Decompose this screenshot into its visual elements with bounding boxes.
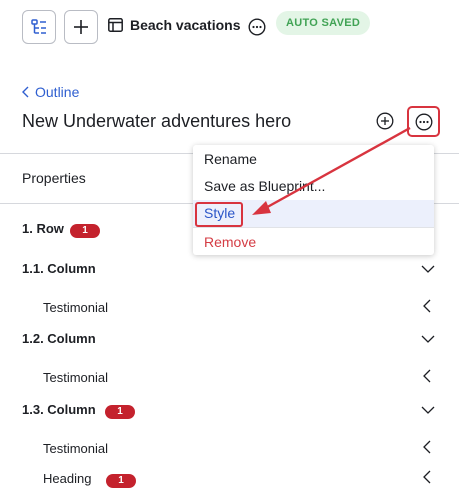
error-count-badge: 1	[105, 405, 135, 419]
tree-row-testimonial[interactable]: Testimonial	[0, 366, 459, 392]
chevron-down-icon[interactable]	[421, 265, 435, 273]
tree-row-label: Testimonial	[43, 441, 109, 456]
chevron-left-icon[interactable]	[423, 470, 431, 484]
chevron-left-icon[interactable]	[423, 369, 431, 383]
tree-row-column-1-3[interactable]: 1.3. Column 1	[0, 398, 459, 424]
item-more-button[interactable]	[407, 106, 440, 137]
menu-separator	[193, 227, 434, 228]
auto-saved-badge: AUTO SAVED	[276, 11, 371, 35]
chevron-down-icon[interactable]	[421, 335, 435, 343]
top-bar: Beach vacations AUTO SAVED	[0, 0, 459, 54]
tree-row-testimonial[interactable]: Testimonial	[0, 296, 459, 322]
menu-item-style[interactable]: Style	[193, 200, 434, 227]
tree-row-label: 1.2. Column	[22, 331, 96, 346]
plus-icon	[74, 20, 88, 34]
annotation-highlight-box	[195, 202, 243, 227]
menu-item-save-as-blueprint[interactable]: Save as Blueprint...	[193, 173, 434, 200]
tree-row-label: Heading	[43, 471, 92, 486]
page-layout-icon	[108, 18, 123, 32]
breadcrumb-label: Outline	[35, 84, 80, 100]
more-horizontal-icon[interactable]	[248, 18, 266, 36]
tree-row-column-1-2[interactable]: 1.2. Column	[0, 327, 459, 353]
tree-row-column-1-1[interactable]: 1.1. Column	[0, 257, 459, 283]
page-title: Beach vacations	[130, 17, 241, 33]
chevron-down-icon[interactable]	[421, 406, 435, 414]
menu-item-remove[interactable]: Remove	[193, 229, 434, 256]
outline-toggle-button[interactable]	[22, 10, 56, 44]
tree-row-label: Testimonial	[43, 300, 109, 315]
tree-row-label: 1.1. Column	[22, 261, 96, 276]
chevron-left-icon	[22, 86, 29, 98]
chevron-left-icon[interactable]	[423, 299, 431, 313]
menu-item-rename[interactable]: Rename	[193, 146, 434, 173]
outline-tree-icon	[31, 19, 46, 34]
context-menu: Rename Save as Blueprint... Style Remove	[193, 145, 434, 255]
more-horizontal-icon	[415, 113, 432, 130]
add-circle-icon[interactable]	[376, 112, 394, 130]
chevron-left-icon[interactable]	[423, 440, 431, 454]
item-title: New Underwater adventures hero	[22, 111, 292, 131]
tree-row-label: 1.3. Column	[22, 402, 96, 417]
breadcrumb-outline-link[interactable]: Outline	[22, 84, 79, 100]
tree-row-label: 1. Row	[22, 221, 64, 236]
tree-row-label: Testimonial	[43, 370, 109, 385]
error-count-badge: 1	[70, 224, 100, 238]
add-button[interactable]	[64, 10, 98, 44]
tree-row-heading[interactable]: Heading 1	[0, 467, 459, 493]
tab-properties[interactable]: Properties	[22, 170, 86, 186]
error-count-badge: 1	[106, 474, 136, 488]
tree-row-testimonial[interactable]: Testimonial	[0, 437, 459, 463]
